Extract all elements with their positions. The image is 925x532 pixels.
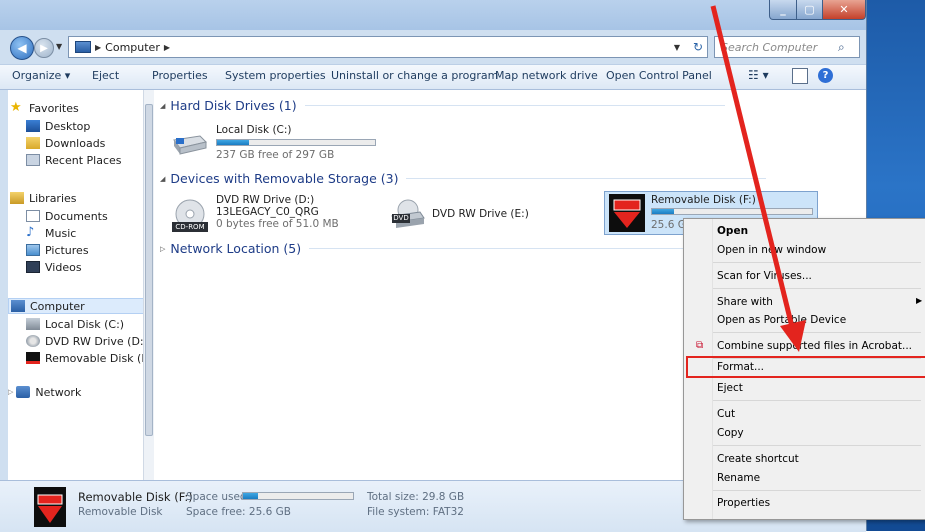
annotation-arrow xyxy=(710,5,806,352)
